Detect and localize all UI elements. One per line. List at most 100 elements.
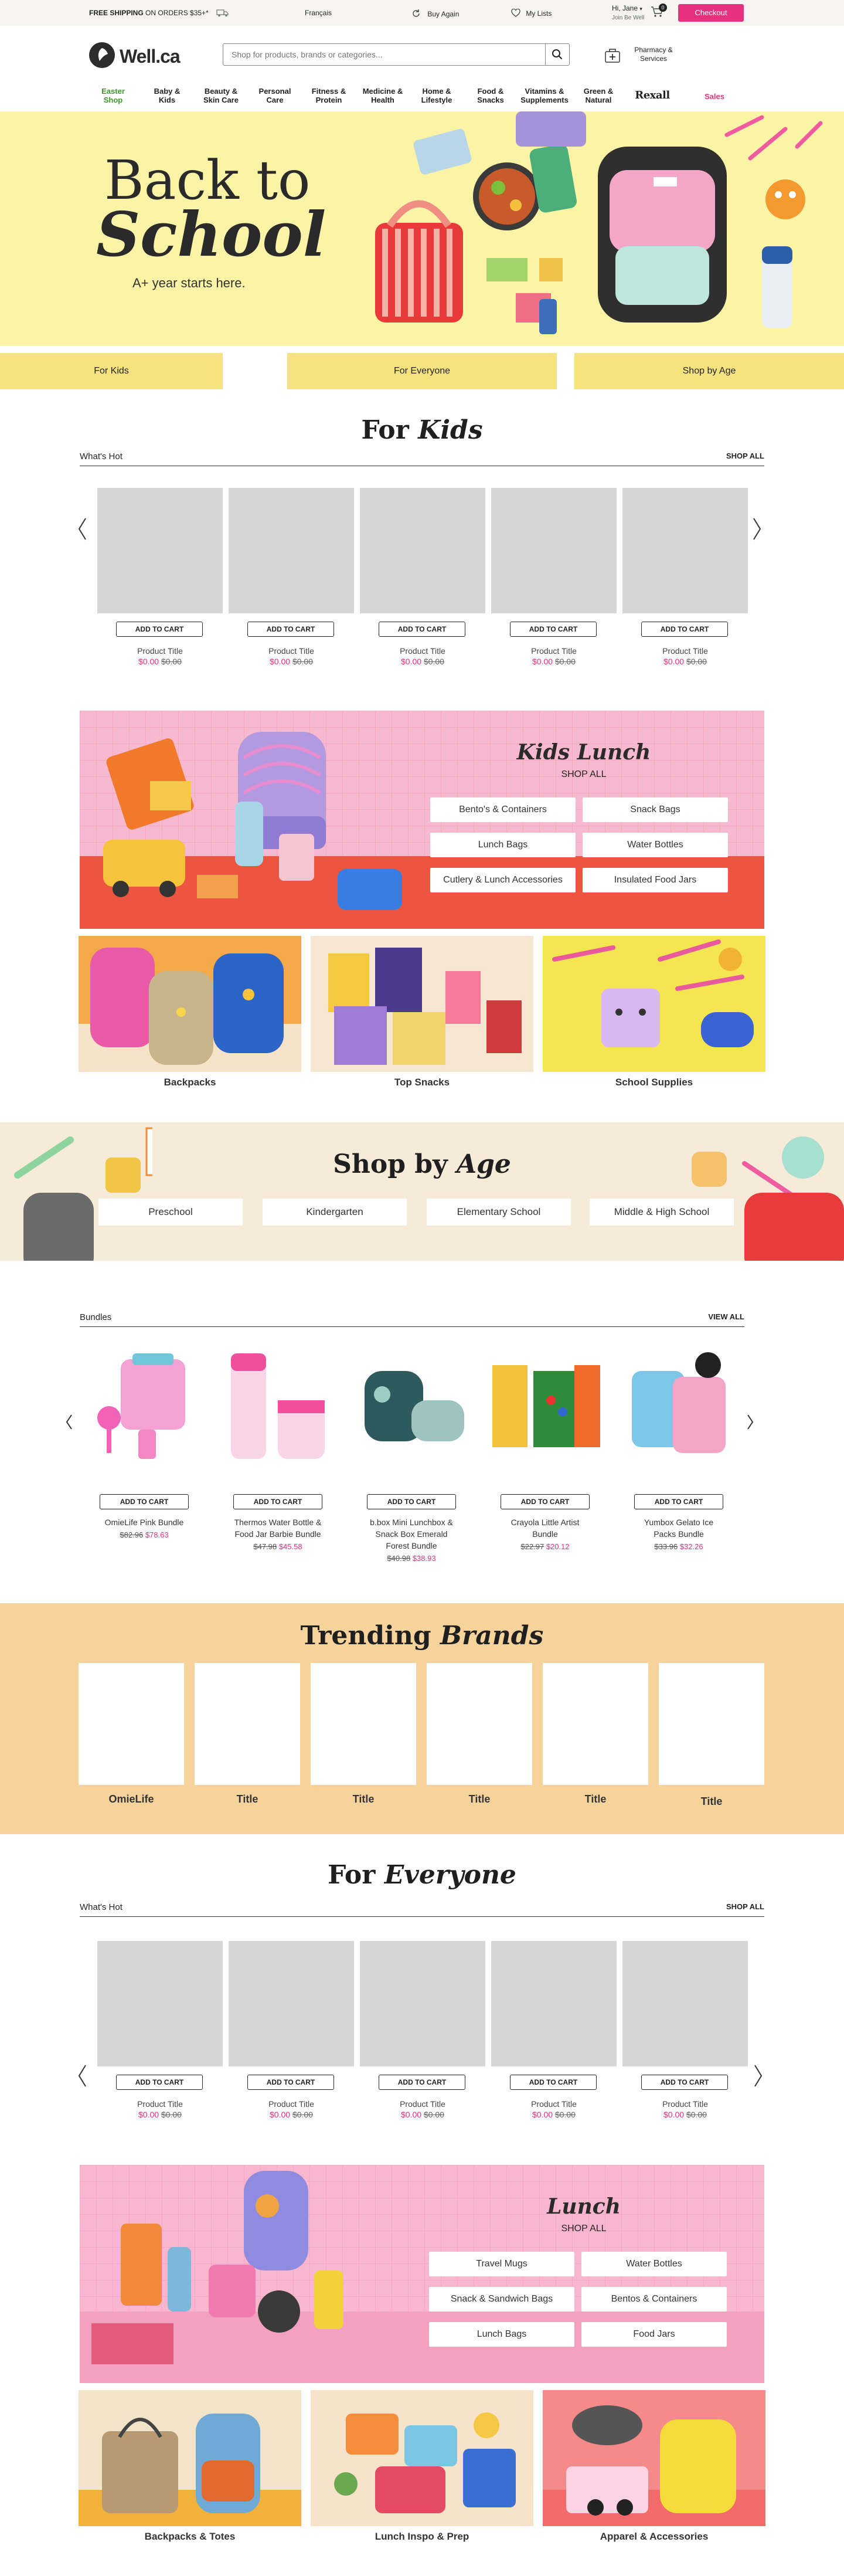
- back-to-school-hero[interactable]: Back to School A+ year starts here.: [0, 111, 844, 346]
- free-shipping-notice[interactable]: FREE SHIPPING ON ORDERS $35+*: [89, 9, 229, 17]
- backpacks-tile[interactable]: [79, 936, 301, 1072]
- bundle-name[interactable]: OmieLife Pink Bundle: [86, 1516, 203, 1528]
- backpacks-totes-label[interactable]: Backpacks & Totes: [79, 2531, 301, 2543]
- nav-item-home-lifestyle[interactable]: Home & Lifestyle: [410, 87, 463, 104]
- lunch-inspo-prep-label[interactable]: Lunch Inspo & Prep: [311, 2531, 533, 2543]
- add-to-cart-button[interactable]: ADD TO CART: [247, 622, 334, 637]
- tab-shop-by-age[interactable]: Shop by Age: [574, 353, 844, 389]
- nav-item-rexall[interactable]: Rexall: [626, 90, 679, 101]
- kids-lunch-shop-all[interactable]: SHOP ALL: [490, 769, 678, 780]
- snack-sandwich-bags-button[interactable]: Snack & Sandwich Bags: [429, 2287, 574, 2312]
- bundle-name[interactable]: b.box Mini Lunchbox & Snack Box Emerald Fo…: [353, 1516, 470, 1552]
- add-to-cart-button[interactable]: ADD TO CART: [116, 2075, 203, 2090]
- product-title[interactable]: Product Title: [360, 2099, 485, 2109]
- cart-button[interactable]: 0: [651, 4, 667, 19]
- add-to-cart-button[interactable]: ADD TO CART: [641, 622, 728, 637]
- kindergarten-button[interactable]: Kindergarten: [263, 1199, 407, 1226]
- chevron-left-icon[interactable]: [76, 516, 89, 542]
- nav-item-personal-care[interactable]: Personal Care: [249, 87, 301, 104]
- chevron-right-icon[interactable]: [750, 516, 763, 542]
- add-to-cart-button[interactable]: ADD TO CART: [367, 1494, 456, 1509]
- chevron-right-icon[interactable]: [751, 2063, 764, 2089]
- nav-item-baby-kids[interactable]: Baby & Kids: [141, 87, 193, 104]
- bundle-name[interactable]: Thermos Water Bottle & Food Jar Barbie Bu…: [219, 1516, 336, 1540]
- add-to-cart-button[interactable]: ADD TO CART: [233, 1494, 322, 1509]
- add-to-cart-button[interactable]: ADD TO CART: [100, 1494, 189, 1509]
- nav-item-green-natural[interactable]: Green & Natural: [572, 87, 625, 104]
- nav-item-food-snacks[interactable]: Food & Snacks: [464, 87, 517, 104]
- brand-label[interactable]: Title: [195, 1793, 300, 1805]
- lunch-bags-button[interactable]: Lunch Bags: [430, 833, 576, 857]
- nav-item-sales[interactable]: Sales: [688, 92, 741, 101]
- snack-bags-button[interactable]: Snack Bags: [583, 797, 728, 822]
- shop-all-link[interactable]: SHOP ALL: [726, 452, 764, 460]
- middle-high-school-button[interactable]: Middle & High School: [590, 1199, 734, 1226]
- add-to-cart-button[interactable]: ADD TO CART: [634, 1494, 723, 1509]
- brand-label[interactable]: OmieLife: [79, 1793, 184, 1805]
- nav-item-medicine-health[interactable]: Medicine & Health: [356, 87, 409, 104]
- backpacks-label[interactable]: Backpacks: [79, 1077, 301, 1088]
- product-image[interactable]: [229, 488, 354, 613]
- water-bottles-button[interactable]: Water Bottles: [581, 2252, 727, 2276]
- add-to-cart-button[interactable]: ADD TO CART: [379, 2075, 465, 2090]
- nav-item-vitamins-supplements[interactable]: Vitamins & Supplements: [518, 87, 571, 104]
- chevron-left-icon[interactable]: [64, 1413, 74, 1431]
- top-snacks-label[interactable]: Top Snacks: [311, 1077, 533, 1088]
- account-menu[interactable]: Hi, Jane ▾ Join Be Well: [612, 4, 644, 22]
- product-title[interactable]: Product Title: [491, 2099, 617, 2109]
- shop-all-link[interactable]: SHOP ALL: [726, 1902, 764, 1911]
- search-input[interactable]: [230, 49, 537, 60]
- travel-mugs-button[interactable]: Travel Mugs: [429, 2252, 574, 2276]
- add-to-cart-button[interactable]: ADD TO CART: [641, 2075, 728, 2090]
- add-to-cart-button[interactable]: ADD TO CART: [510, 622, 597, 637]
- insulated-food-jars-button[interactable]: Insulated Food Jars: [583, 868, 728, 892]
- add-to-cart-button[interactable]: ADD TO CART: [501, 1494, 590, 1509]
- product-title[interactable]: Product Title: [229, 646, 354, 656]
- product-image[interactable]: [97, 488, 223, 613]
- bundle-yumbox-image[interactable]: [620, 1348, 737, 1465]
- school-supplies-label[interactable]: School Supplies: [543, 1077, 765, 1088]
- cutlery-accessories-button[interactable]: Cutlery & Lunch Accessories: [430, 868, 576, 892]
- school-supplies-tile[interactable]: [543, 936, 765, 1072]
- product-image[interactable]: [491, 488, 617, 613]
- brand-label[interactable]: Title: [659, 1796, 764, 1808]
- bundle-crayola-image[interactable]: [486, 1348, 604, 1465]
- tab-for-kids[interactable]: For Kids: [0, 353, 223, 389]
- product-title[interactable]: Product Title: [491, 646, 617, 656]
- bundle-name[interactable]: Yumbox Gelato Ice Packs Bundle: [620, 1516, 737, 1540]
- top-snacks-tile[interactable]: [311, 936, 533, 1072]
- my-lists-link[interactable]: My Lists: [511, 8, 552, 18]
- bundle-omielife-image[interactable]: [86, 1348, 203, 1465]
- product-image[interactable]: [97, 1941, 223, 2066]
- product-image[interactable]: [360, 488, 485, 613]
- tab-for-everyone[interactable]: For Everyone: [287, 353, 557, 389]
- product-title[interactable]: Product Title: [360, 646, 485, 656]
- nav-item-beauty-skin-care[interactable]: Beauty & Skin Care: [195, 87, 247, 104]
- brand-tile[interactable]: [427, 1663, 532, 1785]
- bentos-containers-button[interactable]: Bentos & Containers: [581, 2287, 727, 2312]
- lunch-shop-all[interactable]: SHOP ALL: [525, 2224, 642, 2234]
- brand-tile[interactable]: [543, 1663, 648, 1785]
- brand-tile[interactable]: [659, 1663, 764, 1785]
- brand-label[interactable]: Title: [543, 1793, 648, 1805]
- product-image[interactable]: [229, 1941, 354, 2066]
- add-to-cart-button[interactable]: ADD TO CART: [510, 2075, 597, 2090]
- nav-item-fitness-protein[interactable]: Fitness & Protein: [302, 87, 355, 104]
- view-all-link[interactable]: VIEW ALL: [708, 1312, 744, 1321]
- bundle-thermos-barbie-image[interactable]: [219, 1348, 336, 1465]
- water-bottles-button[interactable]: Water Bottles: [583, 833, 728, 857]
- lunch-bags-button[interactable]: Lunch Bags: [429, 2322, 574, 2347]
- checkout-button[interactable]: Checkout: [678, 4, 744, 22]
- bundle-bbox-forest-image[interactable]: [353, 1348, 470, 1465]
- add-to-cart-button[interactable]: ADD TO CART: [247, 2075, 334, 2090]
- brand-tile[interactable]: [311, 1663, 416, 1785]
- nav-item-easter-shop[interactable]: Easter Shop: [87, 87, 139, 104]
- product-title[interactable]: Product Title: [97, 2099, 223, 2109]
- add-to-cart-button[interactable]: ADD TO CART: [116, 622, 203, 637]
- product-title[interactable]: Product Title: [229, 2099, 354, 2109]
- product-title[interactable]: Product Title: [622, 2099, 748, 2109]
- food-jars-button[interactable]: Food Jars: [581, 2322, 727, 2347]
- elementary-school-button[interactable]: Elementary School: [427, 1199, 571, 1226]
- add-to-cart-button[interactable]: ADD TO CART: [379, 622, 465, 637]
- chevron-left-icon[interactable]: [76, 2063, 89, 2089]
